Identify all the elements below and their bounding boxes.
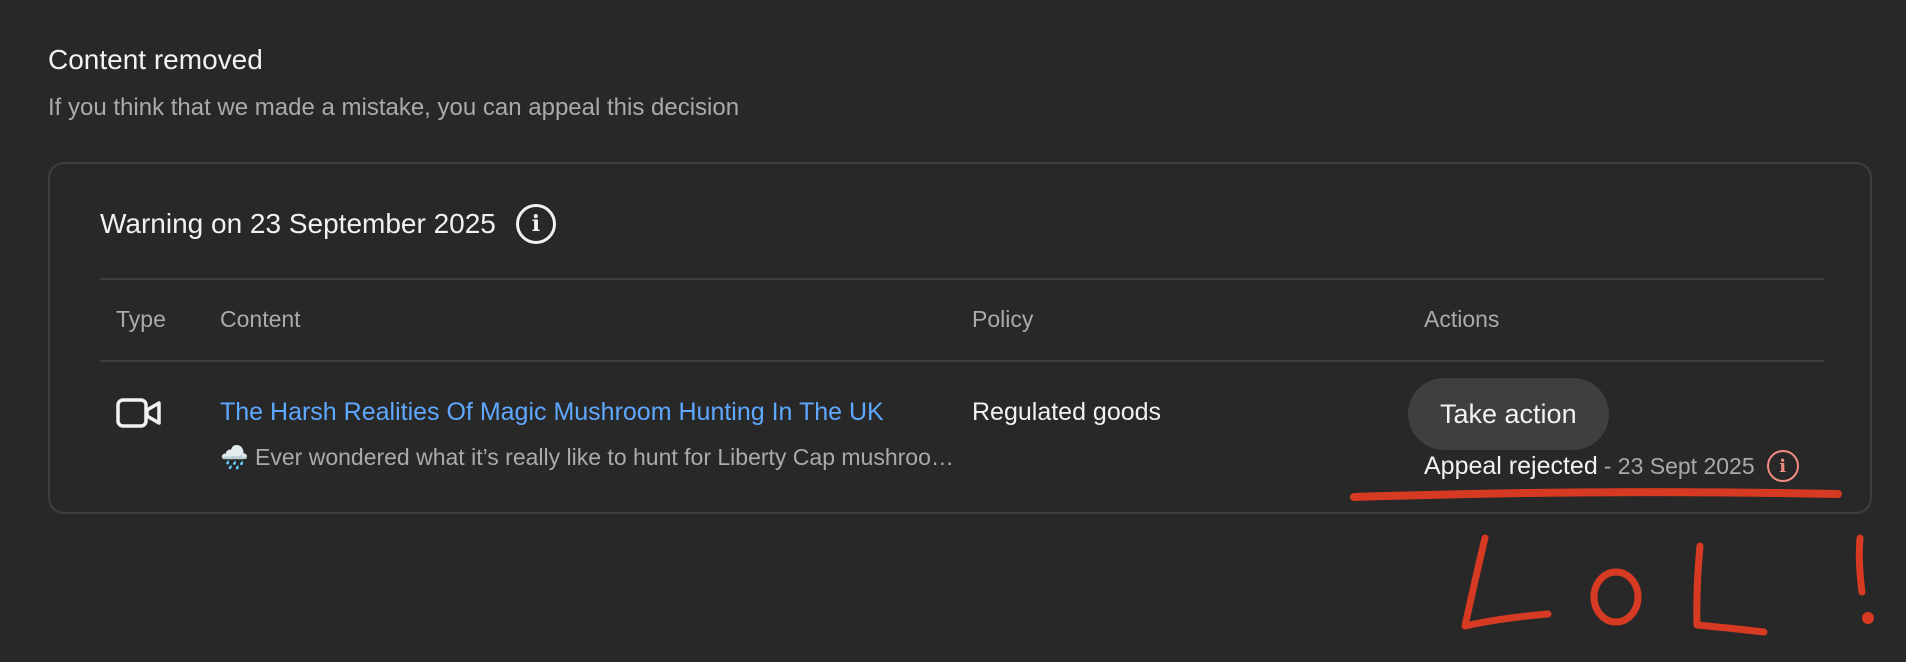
column-header-content: Content bbox=[220, 306, 301, 332]
warning-card: Warning on 23 September 2025 i Type Cont… bbox=[48, 162, 1872, 514]
appeal-date: - 23 Sept 2025 bbox=[1603, 452, 1755, 479]
policy-label: Regulated goods bbox=[972, 398, 1162, 426]
info-icon[interactable]: i bbox=[515, 204, 556, 244]
annotation-exclamation-dot bbox=[1862, 612, 1874, 624]
annotation-letter-l2 bbox=[1693, 542, 1768, 636]
divider bbox=[100, 360, 1824, 362]
content-description: 🌧️ Ever wondered what it’s really like t… bbox=[220, 444, 968, 470]
section-title: Content removed bbox=[48, 44, 263, 75]
appeal-status-row: Appeal rejected - 23 Sept 2025 i bbox=[1424, 450, 1799, 482]
column-header-actions: Actions bbox=[1424, 306, 1500, 332]
warning-header: Warning on 23 September 2025 i bbox=[100, 204, 556, 244]
annotation-letter-l1 bbox=[1461, 534, 1552, 630]
appeal-info-icon[interactable]: i bbox=[1766, 450, 1799, 482]
take-action-button[interactable]: Take action bbox=[1408, 378, 1609, 450]
video-camera-icon bbox=[116, 398, 161, 428]
warning-title: Warning on 23 September 2025 bbox=[100, 208, 496, 239]
page: Content removed If you think that we mad… bbox=[0, 0, 1906, 662]
annotation-exclamation bbox=[1855, 534, 1866, 596]
column-header-type: Type bbox=[116, 306, 166, 332]
column-header-policy: Policy bbox=[972, 306, 1034, 332]
divider bbox=[100, 278, 1824, 280]
appeal-status: Appeal rejected bbox=[1424, 451, 1598, 480]
annotation-letter-o bbox=[1590, 568, 1642, 626]
section-subtitle: If you think that we made a mistake, you… bbox=[48, 94, 740, 121]
content-title-link[interactable]: The Harsh Realities Of Magic Mushroom Hu… bbox=[220, 398, 884, 427]
